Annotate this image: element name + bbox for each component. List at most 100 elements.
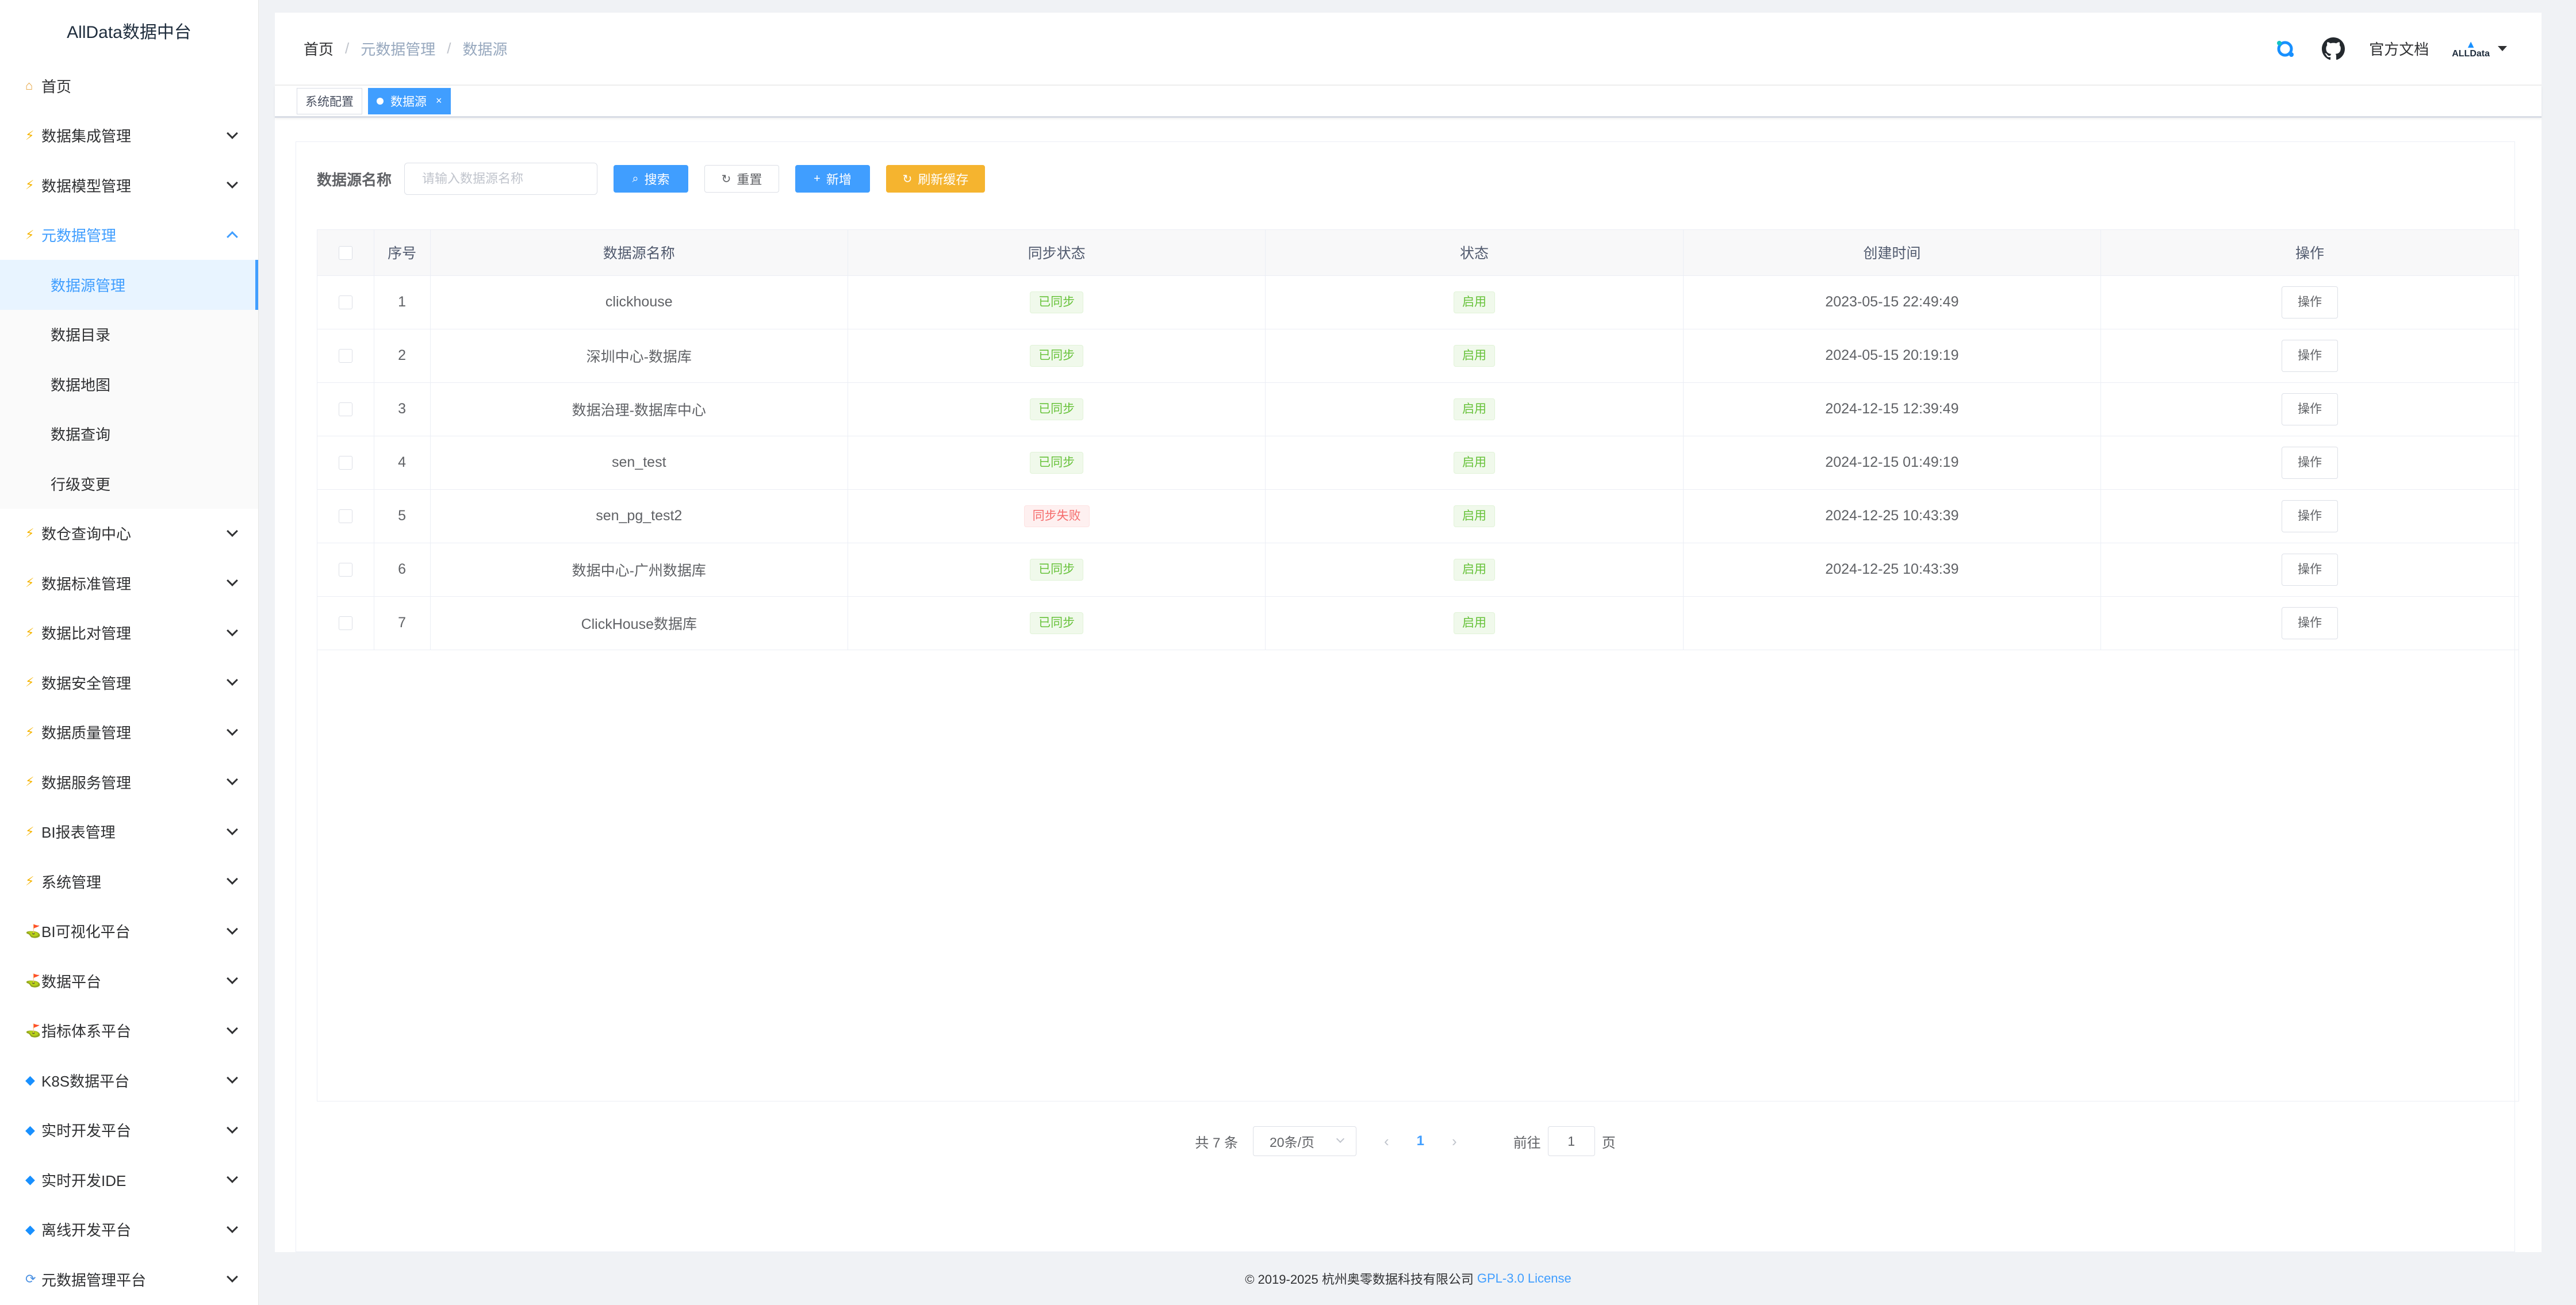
row-checkbox[interactable] <box>338 509 352 524</box>
select-cell[interactable] <box>317 596 374 650</box>
menu-item-groups_bottom-11[interactable]: ◆ K8S数据平台 <box>0 1055 258 1106</box>
menu-item-label: 数据服务管理 <box>41 774 132 792</box>
submenu-item-0[interactable]: 数据源管理 <box>0 260 258 310</box>
search-icon: ⌕ <box>632 172 639 185</box>
breadcrumb-datasource: 数据源 <box>462 41 508 58</box>
menu-item-groups_bottom-4[interactable]: ⚡ 数据质量管理 <box>0 708 258 758</box>
operate-button[interactable]: 操作 <box>2282 286 2339 318</box>
menu-item-groups_bottom-14[interactable]: ◆ 离线开发平台 <box>0 1205 258 1255</box>
select-cell[interactable] <box>317 275 374 329</box>
chevron-down-icon <box>227 973 238 985</box>
submenu-item-1[interactable]: 数据目录 <box>0 310 258 360</box>
next-page-icon[interactable]: › <box>1452 1133 1457 1150</box>
bolt-icon: ⚡ <box>25 128 34 143</box>
operate-button[interactable]: 操作 <box>2282 339 2339 372</box>
chevron-down-icon <box>227 177 238 189</box>
select-cell[interactable] <box>317 436 374 490</box>
cell-no: 5 <box>374 489 431 543</box>
menu-item-metadata[interactable]: ⚡ 元数据管理 <box>0 210 258 260</box>
chevron-down-icon <box>227 1221 238 1233</box>
menu-item-groups_bottom-1[interactable]: ⚡ 数据标准管理 <box>0 558 258 608</box>
menu-item-groups_top-0[interactable]: ⚡ 数据集成管理 <box>0 111 258 161</box>
table-row: 3 数据治理-数据库中心 已同步 启用 2024-12-15 12:39:49 操作 <box>317 382 2518 436</box>
operate-button[interactable]: 操作 <box>2282 500 2339 532</box>
submenu-item-4[interactable]: 行级变更 <box>0 459 258 509</box>
cell-created <box>1683 596 2102 650</box>
menu-item-label: 数据比对管理 <box>41 625 132 643</box>
menu-item-groups_bottom-9[interactable]: ⛳ 数据平台 <box>0 956 258 1006</box>
select-cell[interactable] <box>317 329 374 383</box>
main-panel: 首页 / 元数据管理 / 数据源 官方文档 ▲ ALLData 系统配置 数据源 × <box>275 13 2542 1252</box>
menu-item-label: 数据平台 <box>41 973 102 991</box>
status-badge: 启用 <box>1454 344 1496 367</box>
select-all-cell[interactable] <box>317 230 374 276</box>
operate-button[interactable]: 操作 <box>2282 393 2339 425</box>
menu-item-groups_bottom-15[interactable]: ⟳ 元数据管理平台 <box>0 1254 258 1304</box>
cell-status: 启用 <box>1265 596 1684 650</box>
add-button[interactable]: + 新增 <box>795 165 871 193</box>
goto-page-input[interactable] <box>1547 1126 1595 1156</box>
prev-page-icon[interactable]: ‹ <box>1384 1133 1389 1150</box>
row-checkbox[interactable] <box>338 563 352 577</box>
menu-item-label: 首页 <box>41 78 72 95</box>
datasource-name-input[interactable] <box>404 163 598 195</box>
operate-button[interactable]: 操作 <box>2282 553 2339 586</box>
menu-item-groups_bottom-12[interactable]: ◆ 实时开发平台 <box>0 1106 258 1156</box>
row-checkbox[interactable] <box>338 616 352 631</box>
menu-item-groups_bottom-6[interactable]: ⚡ BI报表管理 <box>0 807 258 857</box>
license-link[interactable]: GPL-3.0 License <box>1477 1271 1571 1286</box>
search-button[interactable]: ⌕ 搜索 <box>614 165 689 193</box>
user-menu[interactable]: ▲ ALLData <box>2452 39 2507 59</box>
menu-item-groups_bottom-10[interactable]: ⛳ 指标体系平台 <box>0 1006 258 1056</box>
page-number-1[interactable]: 1 <box>1417 1133 1424 1149</box>
tab-1[interactable]: 数据源 × <box>368 87 451 114</box>
page-size-select[interactable]: 20条/页 <box>1252 1126 1356 1156</box>
cell-created: 2024-12-15 12:39:49 <box>1683 382 2102 436</box>
row-checkbox[interactable] <box>338 456 352 470</box>
row-checkbox[interactable] <box>338 402 352 417</box>
cell-sync: 已同步 <box>848 596 1266 650</box>
cell-created: 2024-05-15 20:19:19 <box>1683 329 2102 383</box>
breadcrumb-metadata[interactable]: 元数据管理 <box>361 38 435 59</box>
status-badge: 启用 <box>1454 505 1496 527</box>
menu-item-groups_bottom-7[interactable]: ⚡ 系统管理 <box>0 857 258 907</box>
cell-no: 1 <box>374 275 431 329</box>
size-select-icon[interactable] <box>2272 36 2298 62</box>
chevron-down-icon <box>227 724 238 736</box>
submenu-item-2[interactable]: 数据地图 <box>0 359 258 409</box>
menu-item-groups_bottom-13[interactable]: ◆ 实时开发IDE <box>0 1155 258 1205</box>
chevron-down-icon <box>227 624 238 636</box>
menu-item-home[interactable]: ⌂ 首页 <box>0 61 258 111</box>
chevron-down-icon <box>227 1172 238 1184</box>
menu-item-groups_bottom-3[interactable]: ⚡ 数据安全管理 <box>0 658 258 708</box>
menu-item-groups_bottom-0[interactable]: ⚡ 数仓查询中心 <box>0 509 258 559</box>
app-title: AllData数据中台 <box>67 23 191 42</box>
operate-button[interactable]: 操作 <box>2282 446 2339 479</box>
menu-item-groups_bottom-5[interactable]: ⚡ 数据服务管理 <box>0 757 258 807</box>
submenu-item-3[interactable]: 数据查询 <box>0 409 258 459</box>
menu-item-groups_bottom-2[interactable]: ⚡ 数据比对管理 <box>0 608 258 658</box>
sync-status-badge: 已同步 <box>1030 344 1084 367</box>
select-all-checkbox[interactable] <box>338 246 352 260</box>
row-checkbox[interactable] <box>338 349 352 363</box>
github-icon[interactable] <box>2321 36 2346 62</box>
bolt-icon: ⚡ <box>25 625 34 640</box>
select-cell[interactable] <box>317 382 374 436</box>
menu-item-groups_bottom-8[interactable]: ⛳ BI可视化平台 <box>0 907 258 957</box>
close-icon[interactable]: × <box>436 95 442 107</box>
row-checkbox[interactable] <box>338 295 352 310</box>
chevron-down-icon <box>1336 1134 1345 1143</box>
cell-op: 操作 <box>2100 596 2518 650</box>
cell-status: 启用 <box>1265 275 1684 329</box>
tab-0[interactable]: 系统配置 <box>297 87 362 114</box>
operate-button[interactable]: 操作 <box>2282 607 2339 639</box>
select-cell[interactable] <box>317 543 374 597</box>
reset-button[interactable]: ↻ 重置 <box>704 165 780 193</box>
chevron-down-icon <box>227 873 238 885</box>
menu-item-groups_top-1[interactable]: ⚡ 数据模型管理 <box>0 160 258 210</box>
docs-link[interactable]: 官方文档 <box>2369 38 2429 59</box>
breadcrumb-home[interactable]: 首页 <box>304 38 334 59</box>
refresh-cache-button[interactable]: ↻ 刷新缓存 <box>886 165 986 193</box>
cell-status: 启用 <box>1265 436 1684 490</box>
select-cell[interactable] <box>317 489 374 543</box>
